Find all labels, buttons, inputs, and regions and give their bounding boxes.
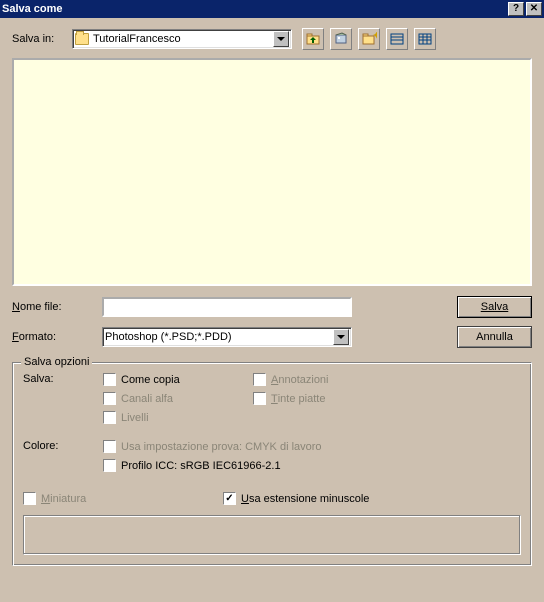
- format-value: Photoshop (*.PSD;*.PDD): [105, 331, 232, 343]
- cancel-button[interactable]: Annulla: [457, 326, 532, 348]
- checkbox-prova: [103, 440, 116, 453]
- save-options-legend: Salva opzioni: [21, 356, 92, 368]
- format-dropdown[interactable]: Photoshop (*.PSD;*.PDD): [102, 327, 352, 347]
- up-folder-button[interactable]: [302, 28, 324, 50]
- details-view-button[interactable]: [414, 28, 436, 50]
- save-sublabel: Salva:: [23, 373, 103, 430]
- checkbox-livelli: [103, 411, 116, 424]
- window-title: Salva come: [2, 3, 506, 15]
- filename-input[interactable]: [102, 297, 352, 317]
- svg-text:✦: ✦: [372, 32, 377, 42]
- new-folder-button[interactable]: ✦: [358, 28, 380, 50]
- chevron-down-icon[interactable]: [333, 329, 349, 345]
- desktop-button[interactable]: [330, 28, 352, 50]
- save-in-value: TutorialFrancesco: [93, 33, 181, 45]
- checkbox-canali-alfa: [103, 392, 116, 405]
- file-list[interactable]: [12, 58, 532, 286]
- help-button[interactable]: ?: [508, 2, 524, 16]
- list-view-button[interactable]: [386, 28, 408, 50]
- checkbox-tinte-piatte: [253, 392, 266, 405]
- titlebar: Salva come ? ✕: [0, 0, 544, 18]
- checkbox-come-copia[interactable]: [103, 373, 116, 386]
- colore-label: Colore:: [23, 440, 103, 478]
- checkbox-miniatura: [23, 492, 36, 505]
- checkbox-icc[interactable]: [103, 459, 116, 472]
- close-button[interactable]: ✕: [526, 2, 542, 16]
- chevron-down-icon[interactable]: [273, 31, 289, 47]
- folder-icon: [75, 33, 89, 45]
- save-button[interactable]: Salva: [457, 296, 532, 318]
- save-options-group: Salva opzioni Salva: Come copia AAnnotaz…: [12, 362, 532, 566]
- checkbox-estensione[interactable]: [223, 492, 236, 505]
- save-in-label: Salva in:: [12, 33, 72, 45]
- preview-area: [23, 515, 521, 555]
- save-in-dropdown[interactable]: TutorialFrancesco: [72, 29, 292, 49]
- checkbox-annotazioni: [253, 373, 266, 386]
